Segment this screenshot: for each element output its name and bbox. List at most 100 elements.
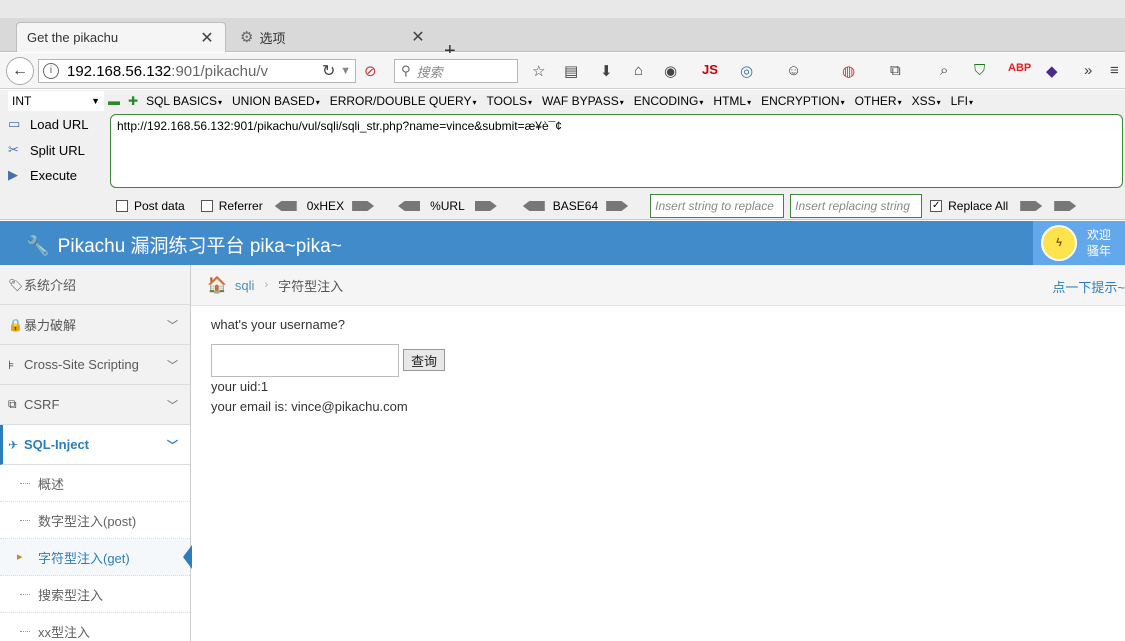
extension-icon[interactable]: ◎ [740,62,753,80]
os-title-strip [0,0,1125,18]
breadcrumb-link-sqli[interactable]: sqli [235,278,255,293]
url-textarea[interactable]: http://192.168.56.132:901/pikachu/vul/sq… [110,114,1123,188]
external-link-icon: ⧉ [8,397,17,411]
site-title[interactable]: 🔧 Pikachu 漏洞练习平台 pika~pika~ [26,231,342,258]
plus-icon[interactable]: ✚ [128,94,138,108]
post-data-checkbox[interactable]: Post data [116,199,185,213]
int-select[interactable]: INT ▼ [8,91,104,111]
menu-html[interactable]: HTML▾ [713,94,751,108]
username-input[interactable] [211,344,399,377]
hex-encode-arrow-icon[interactable] [352,201,375,211]
cube-icon[interactable]: ◆ [1046,62,1058,80]
load-url-button[interactable]: ▭ Load URL [8,116,108,132]
user-menu[interactable]: ϟ 欢迎 骚年 [1033,221,1125,265]
close-icon[interactable]: ✕ [410,27,426,47]
globe-icon[interactable]: ◉ [664,62,677,80]
execute-icon: ▶ [8,167,18,182]
sidebar-item-label: SQL-Inject [24,437,90,452]
replace-all-arrow-icon[interactable] [1054,201,1077,211]
info-icon[interactable]: i [43,63,59,79]
avatar: ϟ [1041,225,1077,261]
sidebar-subitem-overview[interactable]: 概述 [0,465,190,502]
search-input[interactable]: ⚲ 搜索 [394,59,518,83]
site-title-text: Pikachu 漏洞练习平台 pika~pika~ [57,236,342,257]
menu-lfi[interactable]: LFI▾ [951,94,973,108]
tab-options[interactable]: ⚙ 选项 ✕ [230,22,436,52]
chevron-down-icon: ﹀ [167,360,178,372]
blocked-icon[interactable]: ⊘ [364,62,377,80]
split-url-button[interactable]: ✂ Split URL [8,142,108,158]
replacing-input[interactable]: Insert replacing string [790,194,923,218]
plugin-icon[interactable]: ◍ [842,62,855,80]
menu-union-based[interactable]: UNION BASED▾ [232,94,320,108]
overflow-icon[interactable]: » [1084,62,1092,79]
menu-sql-basics[interactable]: SQL BASICS▾ [146,94,222,108]
base64-decode-arrow-icon[interactable] [522,201,545,211]
bookmark-star-icon[interactable]: ☆ [532,62,545,80]
menu-tools[interactable]: TOOLS▾ [487,94,532,108]
menu-waf-bypass[interactable]: WAF BYPASS▾ [542,94,624,108]
menu-encoding[interactable]: ENCODING▾ [634,94,704,108]
chevron-down-icon[interactable]: ▼ [340,65,351,77]
download-icon[interactable]: ⬇ [600,62,613,80]
home-icon[interactable]: ⌂ [634,62,643,79]
checkbox-box [116,200,128,212]
sidebar-item-sql-inject[interactable]: ✈ SQL-Inject ﹀ [0,425,190,465]
lock-icon: 🔒 [8,317,23,332]
chevron-down-icon: ▼ [91,96,100,106]
menu-other[interactable]: OTHER▾ [855,94,902,108]
adblock-icon[interactable]: ABP [1008,62,1031,74]
tab-bar: Get the pikachu ✕ ⚙ 选项 ✕ + [0,18,1125,62]
sidebar-subitem-label: 数字型注入(post) [38,513,137,529]
sidebar-subitem-label: 搜索型注入 [38,587,104,603]
url-host: 192.168.56.132 [67,62,172,80]
sidebar-item-label: 暴力破解 [24,318,77,333]
referrer-checkbox[interactable]: Referrer [200,199,263,213]
hex-decode-arrow-icon[interactable] [274,201,297,211]
hint-link[interactable]: 点一下提示~ [1052,277,1125,296]
sidebar-subitem-string-get[interactable]: 字符型注入(get) [0,539,192,576]
reload-icon[interactable]: ↻ [322,61,335,81]
shield-icon[interactable]: ⛉ [974,62,985,79]
close-icon[interactable]: ✕ [199,28,215,48]
sidebar-subitem-numeric-post[interactable]: 数字型注入(post) [0,502,190,539]
sidebar-subitem-label: 字符型注入(get) [38,550,130,566]
sidebar-item-intro[interactable]: 🏷 系统介绍 [0,265,190,305]
home-icon[interactable]: 🏠 [207,275,227,295]
search-placeholder: 搜索 [416,64,443,80]
query-button[interactable]: 查询 [403,349,445,371]
menu-xss[interactable]: XSS▾ [912,94,941,108]
minus-icon[interactable]: ▬ [108,94,120,108]
sidebar-item-bruteforce[interactable]: 🔒 暴力破解 ﹀ [0,305,190,345]
reader-list-icon[interactable]: ▤ [564,62,578,80]
replace-input[interactable]: Insert string to replace [650,194,785,218]
result-uid: your uid:1 [211,379,269,394]
replace-all-checkbox[interactable]: ✓ Replace All [930,199,1008,213]
execute-button[interactable]: ▶ Execute [8,167,108,183]
base64-encode-arrow-icon[interactable] [606,201,629,211]
back-arrow-icon[interactable]: ← [6,57,34,85]
breadcrumb-current: 字符型注入 [278,278,344,294]
menu-encryption[interactable]: ENCRYPTION▾ [761,94,844,108]
load-url-icon: ▭ [8,116,21,131]
menu-error-double-query[interactable]: ERROR/DOUBLE QUERY▾ [330,94,477,108]
url-decode-arrow-icon[interactable] [398,201,421,211]
sidebar-item-csrf[interactable]: ⧉ CSRF ﹀ [0,385,190,425]
tab-get-the-pikachu[interactable]: Get the pikachu ✕ [16,22,226,52]
key-icon: 🔧 [26,236,50,257]
sidebar-item-label: 系统介绍 [24,278,77,293]
username-question: what's your username? [211,317,345,332]
url-bar[interactable]: i 192.168.56.132:901/pikachu/v ▼ [38,59,356,83]
window-icon[interactable]: ⧉ [890,62,901,79]
sidebar-item-xss[interactable]: ⊧ Cross-Site Scripting ﹀ [0,345,190,385]
js-icon[interactable]: JS [702,62,718,77]
sidebar-subitem-search[interactable]: 搜索型注入 [0,576,190,613]
menu-icon[interactable]: ≡ [1110,62,1119,79]
checkmark-icon: ✓ [930,200,943,212]
magnifier-icon[interactable]: ⌕ [940,62,948,79]
replace-arrow-icon[interactable] [1020,201,1043,211]
sidebar-subitem-xx[interactable]: xx型注入 [0,613,190,641]
url-encode-arrow-icon[interactable] [474,201,497,211]
palette-icon[interactable]: ☺ [786,62,801,79]
split-url-label: Split URL [30,142,85,158]
